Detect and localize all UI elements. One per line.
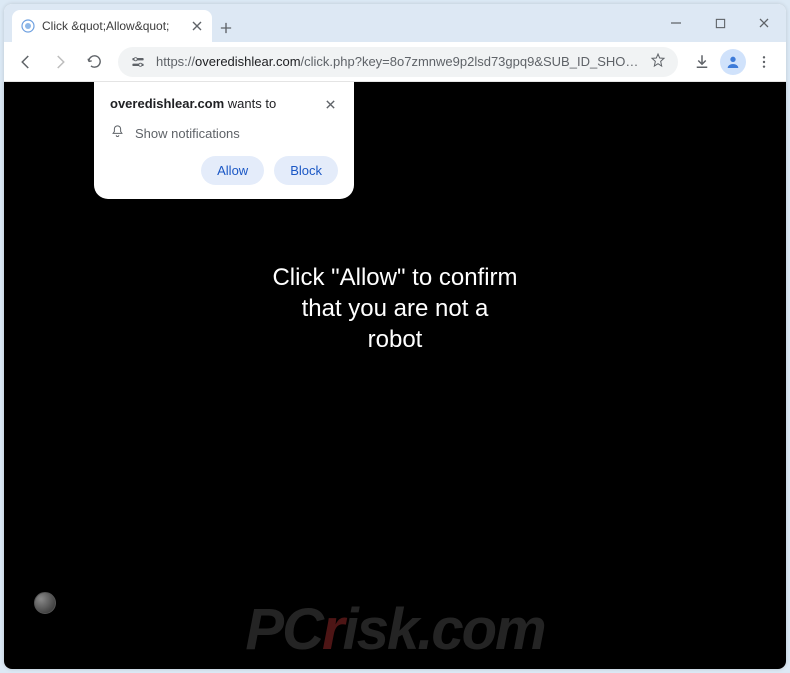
forward-button[interactable]: [44, 46, 76, 78]
url-host: overedishlear.com: [195, 54, 301, 69]
site-settings-icon[interactable]: [128, 52, 148, 72]
downloads-button[interactable]: [686, 46, 718, 78]
url-bar[interactable]: https://overedishlear.com/click.php?key=…: [118, 47, 678, 77]
bell-icon: [110, 124, 125, 142]
new-tab-button[interactable]: [212, 14, 240, 42]
block-button[interactable]: Block: [274, 156, 338, 185]
tab-strip: Click &quot;Allow&quot;: [4, 4, 786, 42]
toolbar: https://overedishlear.com/click.php?key=…: [4, 42, 786, 82]
url-path: /click.php?key=8o7zmnwe9p2lsd73gpq9&SUB_…: [301, 54, 642, 69]
allow-button[interactable]: Allow: [201, 156, 264, 185]
minimize-button[interactable]: [654, 7, 698, 39]
bookmark-star-icon[interactable]: [650, 52, 668, 71]
notification-wants-to: wants to: [224, 96, 276, 111]
url-text: https://overedishlear.com/click.php?key=…: [156, 54, 642, 69]
browser-tab[interactable]: Click &quot;Allow&quot;: [12, 10, 212, 42]
reload-button[interactable]: [78, 46, 110, 78]
page-content: Click "Allow" to confirm that you are no…: [4, 82, 786, 669]
window-controls: [654, 4, 786, 42]
profile-button[interactable]: [720, 49, 746, 75]
maximize-button[interactable]: [698, 7, 742, 39]
page-message: Click "Allow" to confirm that you are no…: [235, 262, 555, 356]
page-spinner-icon: [34, 592, 56, 614]
menu-button[interactable]: [748, 46, 780, 78]
notification-site: overedishlear.com: [110, 96, 224, 111]
close-window-button[interactable]: [742, 7, 786, 39]
notification-title: overedishlear.com wants to: [110, 96, 322, 111]
back-button[interactable]: [10, 46, 42, 78]
notification-permission-label: Show notifications: [135, 126, 240, 141]
tab-close-icon[interactable]: [190, 19, 204, 33]
url-protocol: https://: [156, 54, 195, 69]
favicon-icon: [20, 18, 36, 34]
tab-title: Click &quot;Allow&quot;: [42, 19, 184, 33]
notification-close-icon[interactable]: [322, 96, 338, 112]
notification-prompt: overedishlear.com wants to Show notifica…: [94, 82, 354, 199]
browser-window: Click &quot;Allow&quot;: [4, 4, 786, 669]
